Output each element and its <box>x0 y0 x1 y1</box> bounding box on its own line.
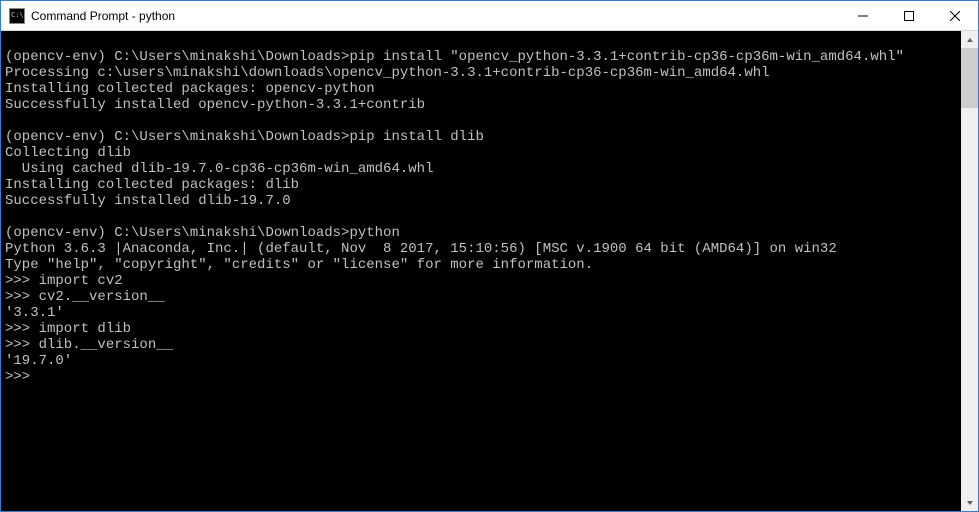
terminal-line: (opencv-env) C:\Users\minakshi\Downloads… <box>5 225 961 241</box>
terminal-line: Successfully installed opencv-python-3.3… <box>5 97 961 113</box>
terminal-line: '19.7.0' <box>5 353 961 369</box>
terminal-line: Using cached dlib-19.7.0-cp36-cp36m-win_… <box>5 161 961 177</box>
client-area: (opencv-env) C:\Users\minakshi\Downloads… <box>1 31 978 511</box>
terminal-line: (opencv-env) C:\Users\minakshi\Downloads… <box>5 129 961 145</box>
window-title: Command Prompt - python <box>31 9 175 23</box>
scroll-thumb[interactable] <box>961 48 978 108</box>
terminal-line: '3.3.1' <box>5 305 961 321</box>
scroll-down-button[interactable] <box>961 494 978 511</box>
svg-text:C:\: C:\ <box>11 11 24 19</box>
window-frame: C:\ Command Prompt - python (opencv-env)… <box>0 0 979 512</box>
terminal-line <box>5 113 961 129</box>
terminal-line: >>> import dlib <box>5 321 961 337</box>
terminal-line: >>> cv2.__version__ <box>5 289 961 305</box>
scroll-track[interactable] <box>961 48 978 494</box>
terminal-line: Python 3.6.3 |Anaconda, Inc.| (default, … <box>5 241 961 257</box>
terminal-line: Collecting dlib <box>5 145 961 161</box>
scroll-up-button[interactable] <box>961 31 978 48</box>
terminal-line: >>> import cv2 <box>5 273 961 289</box>
terminal-line: >>> <box>5 369 961 385</box>
maximize-button[interactable] <box>886 1 932 31</box>
minimize-button[interactable] <box>840 1 886 31</box>
terminal-line: Processing c:\users\minakshi\downloads\o… <box>5 65 961 81</box>
terminal-output[interactable]: (opencv-env) C:\Users\minakshi\Downloads… <box>1 31 961 511</box>
terminal-line <box>5 209 961 225</box>
terminal-line: >>> dlib.__version__ <box>5 337 961 353</box>
close-button[interactable] <box>932 1 978 31</box>
vertical-scrollbar[interactable] <box>961 31 978 511</box>
terminal-line: (opencv-env) C:\Users\minakshi\Downloads… <box>5 49 961 65</box>
terminal-line <box>5 33 961 49</box>
terminal-line: Successfully installed dlib-19.7.0 <box>5 193 961 209</box>
terminal-line: Installing collected packages: opencv-py… <box>5 81 961 97</box>
terminal-line: Installing collected packages: dlib <box>5 177 961 193</box>
titlebar[interactable]: C:\ Command Prompt - python <box>1 1 978 31</box>
cmd-icon: C:\ <box>9 8 25 24</box>
terminal-line: Type "help", "copyright", "credits" or "… <box>5 257 961 273</box>
